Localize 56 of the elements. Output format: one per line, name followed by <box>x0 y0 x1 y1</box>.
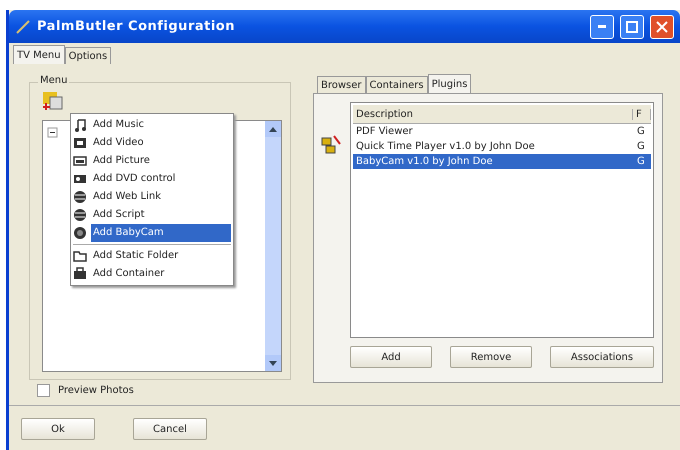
table-cell-text: G <box>636 141 646 152</box>
minimize-icon <box>598 25 606 28</box>
menu-item[interactable]: Add Script <box>91 206 231 224</box>
camera-icon <box>73 226 87 240</box>
menu-item[interactable]: Add Static Folder <box>91 247 231 265</box>
table-row[interactable]: BabyCam v1.0 by John Doe G <box>353 154 651 169</box>
menu-item[interactable]: Add BabyCam <box>91 224 231 242</box>
menu-item[interactable]: Add Web Link <box>91 188 231 206</box>
collapse-icon[interactable] <box>47 127 59 139</box>
menu-item[interactable]: Add Video <box>91 134 231 152</box>
tab[interactable]: Options <box>64 47 112 64</box>
tab[interactable]: Plugins <box>428 74 472 93</box>
table-cell-text: BabyCam v1.0 by John Doe <box>355 156 494 167</box>
menu-item[interactable]: Add Music <box>91 116 231 134</box>
column-header[interactable]: F <box>633 108 651 120</box>
close-icon <box>656 20 668 32</box>
column-header[interactable]: Description <box>353 108 633 120</box>
table-cell-text: Quick Time Player v1.0 by John Doe <box>355 141 536 152</box>
table-row[interactable]: Quick Time Player v1.0 by John Doe G <box>353 139 651 154</box>
plugin-button[interactable]: Remove <box>450 346 532 368</box>
table-cell-text: G <box>636 126 646 137</box>
window-title: PalmButler Configuration <box>37 19 236 34</box>
scroll-down-icon[interactable] <box>269 360 277 366</box>
tab[interactable]: TV Menu <box>13 45 65 64</box>
minimize-button[interactable] <box>590 14 614 38</box>
tab[interactable]: Browser <box>317 76 366 93</box>
table-cell-text: G <box>636 156 646 167</box>
add-folder-icon[interactable] <box>42 89 64 111</box>
dialog-button[interactable]: Cancel <box>133 418 207 440</box>
maximize-button[interactable] <box>620 14 644 38</box>
container-icon <box>73 267 87 281</box>
menu-item[interactable]: Add DVD control <box>91 170 231 188</box>
film-icon <box>73 136 87 150</box>
picture-icon <box>73 154 87 168</box>
table-row[interactable]: PDF Viewer G <box>353 124 651 139</box>
pen-icon <box>15 18 31 34</box>
folder-icon <box>73 249 87 263</box>
maximize-icon <box>626 20 638 32</box>
checkbox[interactable] <box>37 384 50 397</box>
table-cell-text: PDF Viewer <box>355 126 414 137</box>
close-button[interactable] <box>650 14 674 38</box>
menu-item[interactable]: Add Container <box>91 265 231 283</box>
checkbox-label: Preview Photos <box>58 385 134 396</box>
scrollbar[interactable] <box>265 121 281 371</box>
dialog-button[interactable]: Ok <box>21 418 95 440</box>
globe-icon <box>73 208 87 222</box>
plugin-button[interactable]: Associations <box>550 346 654 368</box>
music-note-icon <box>73 118 87 132</box>
scroll-up-icon[interactable] <box>269 126 277 132</box>
plugin-button[interactable]: Add <box>350 346 432 368</box>
group-title: Menu <box>38 75 70 86</box>
dvd-icon <box>73 172 87 186</box>
preview-photos-checkbox[interactable]: Preview Photos <box>37 384 291 397</box>
tab[interactable]: Containers <box>366 76 428 93</box>
menu-item[interactable]: Add Picture <box>91 152 231 170</box>
globe-icon <box>73 190 87 204</box>
